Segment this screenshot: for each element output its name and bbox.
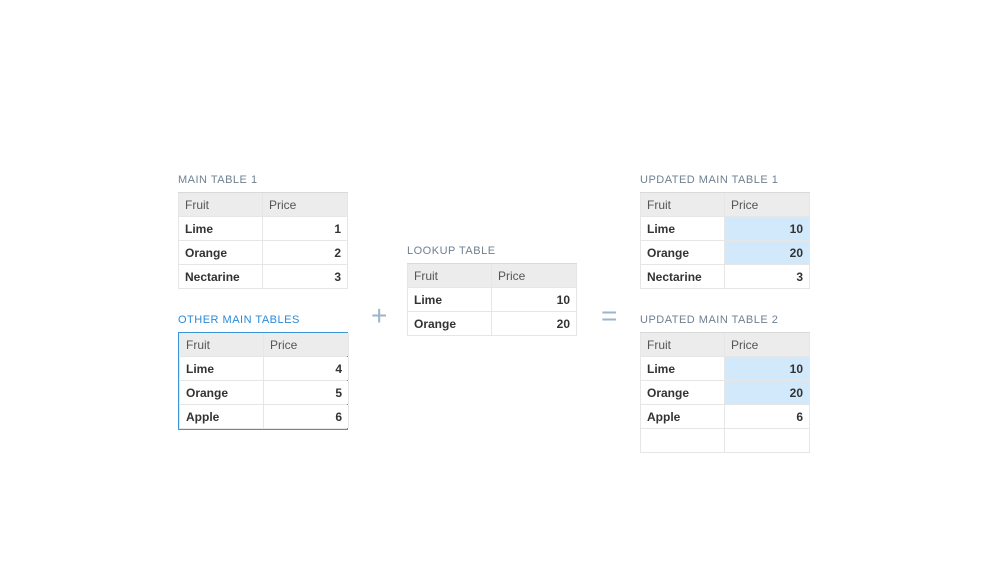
table-row: Orange 20 [407, 312, 577, 336]
cell-price: 4 [264, 357, 349, 380]
table-row-empty [640, 429, 810, 453]
cell-empty [725, 429, 810, 452]
table-header-row: Fruit Price [640, 333, 810, 357]
table-row: Nectarine 3 [640, 265, 810, 289]
cell-price: 1 [263, 217, 348, 240]
cell-fruit: Lime [640, 217, 725, 240]
lookup-table: Fruit Price Lime 10 Orange 20 [407, 263, 577, 336]
cell-price-updated: 10 [725, 217, 810, 240]
cell-fruit: Apple [640, 405, 725, 428]
cell-price: 5 [264, 381, 349, 404]
cell-price-updated: 20 [725, 381, 810, 404]
cell-price: 2 [263, 241, 348, 264]
main-table-1-block: MAIN TABLE 1 Fruit Price Lime 1 Orange 2… [178, 174, 348, 289]
header-fruit: Fruit [178, 193, 263, 216]
table-row: Apple 6 [640, 405, 810, 429]
header-fruit: Fruit [640, 333, 725, 356]
lookup-table-caption: LOOKUP TABLE [407, 245, 577, 257]
table-row: Lime 4 [179, 357, 347, 381]
updated-main-table-1-caption: UPDATED MAIN TABLE 1 [640, 174, 810, 186]
cell-fruit: Orange [179, 381, 264, 404]
cell-fruit: Lime [640, 357, 725, 380]
main-table-1: Fruit Price Lime 1 Orange 2 Nectarine 3 [178, 192, 348, 289]
table-header-row: Fruit Price [179, 333, 347, 357]
table-row: Lime 10 [640, 357, 810, 381]
cell-price: 10 [492, 288, 577, 311]
header-fruit: Fruit [407, 264, 492, 287]
header-price: Price [725, 193, 810, 216]
cell-price: 3 [263, 265, 348, 288]
other-main-tables-caption: OTHER MAIN TABLES [178, 314, 348, 326]
cell-price: 6 [725, 405, 810, 428]
other-main-tables-block: OTHER MAIN TABLES Fruit Price Lime 4 Ora… [178, 314, 348, 430]
cell-empty [640, 429, 725, 452]
cell-price-updated: 10 [725, 357, 810, 380]
updated-main-table-2: Fruit Price Lime 10 Orange 20 Apple 6 [640, 332, 810, 453]
header-price: Price [725, 333, 810, 356]
updated-main-table-2-caption: UPDATED MAIN TABLE 2 [640, 314, 810, 326]
table-header-row: Fruit Price [178, 193, 348, 217]
table-row: Apple 6 [179, 405, 347, 429]
cell-fruit: Nectarine [178, 265, 263, 288]
updated-main-table-2-block: UPDATED MAIN TABLE 2 Fruit Price Lime 10… [640, 314, 810, 453]
cell-fruit: Orange [640, 241, 725, 264]
table-row: Nectarine 3 [178, 265, 348, 289]
diagram-canvas: MAIN TABLE 1 Fruit Price Lime 1 Orange 2… [0, 0, 984, 567]
table-row: Lime 1 [178, 217, 348, 241]
table-row: Orange 2 [178, 241, 348, 265]
cell-price: 3 [725, 265, 810, 288]
equals-operator: = [601, 302, 617, 330]
cell-fruit: Orange [407, 312, 492, 335]
cell-fruit: Orange [178, 241, 263, 264]
cell-fruit: Lime [407, 288, 492, 311]
cell-price: 20 [492, 312, 577, 335]
header-price: Price [263, 193, 348, 216]
updated-main-table-1: Fruit Price Lime 10 Orange 20 Nectarine … [640, 192, 810, 289]
table-row: Lime 10 [640, 217, 810, 241]
header-price: Price [492, 264, 577, 287]
other-main-table: Fruit Price Lime 4 Orange 5 Apple 6 [178, 332, 348, 430]
table-row: Orange 5 [179, 381, 347, 405]
cell-fruit: Apple [179, 405, 264, 428]
updated-main-table-1-block: UPDATED MAIN TABLE 1 Fruit Price Lime 10… [640, 174, 810, 289]
header-price: Price [264, 333, 349, 356]
header-fruit: Fruit [179, 333, 264, 356]
cell-price: 6 [264, 405, 349, 428]
table-row: Orange 20 [640, 381, 810, 405]
cell-fruit: Orange [640, 381, 725, 404]
table-header-row: Fruit Price [407, 264, 577, 288]
table-header-row: Fruit Price [640, 193, 810, 217]
cell-fruit: Lime [178, 217, 263, 240]
cell-price-updated: 20 [725, 241, 810, 264]
cell-fruit: Lime [179, 357, 264, 380]
main-table-1-caption: MAIN TABLE 1 [178, 174, 348, 186]
plus-operator: + [371, 302, 387, 330]
header-fruit: Fruit [640, 193, 725, 216]
cell-fruit: Nectarine [640, 265, 725, 288]
table-row: Lime 10 [407, 288, 577, 312]
lookup-table-block: LOOKUP TABLE Fruit Price Lime 10 Orange … [407, 245, 577, 336]
table-row: Orange 20 [640, 241, 810, 265]
